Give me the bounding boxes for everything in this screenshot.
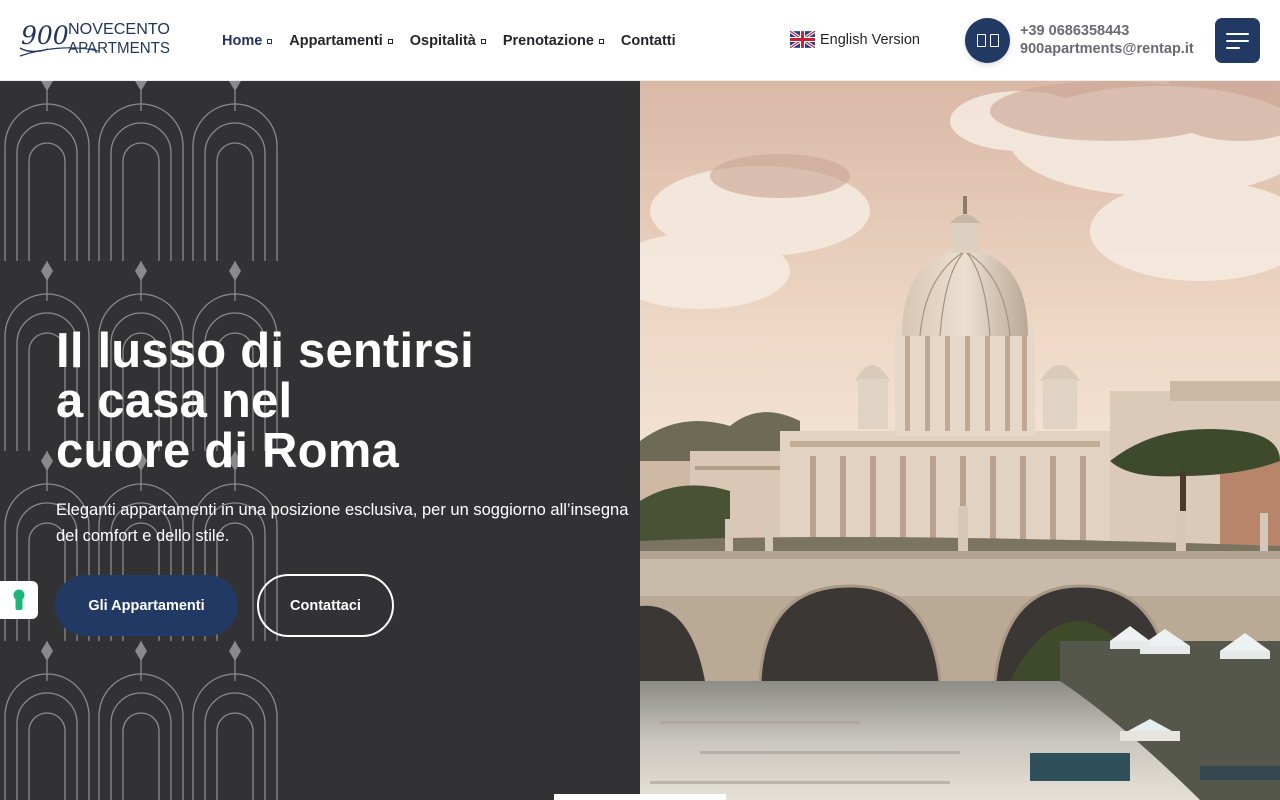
contact-button[interactable]: Contattaci	[257, 574, 394, 637]
nav-item-label: Home	[222, 32, 263, 49]
contact-info: +39 0686358443 900apartments@rentap.it	[1020, 22, 1194, 58]
keyhole-icon	[13, 589, 25, 610]
nav-item-home[interactable]: Home	[222, 32, 273, 49]
nav-item-appartamenti[interactable]: Appartamenti	[289, 32, 393, 49]
chevron-down-icon	[267, 38, 273, 44]
page: 900 NOVECENTO APARTMENTS Home Appartamen…	[0, 0, 1280, 800]
accessibility-tab[interactable]	[0, 581, 38, 619]
logo-line2: APARTMENTS	[68, 40, 170, 57]
phone-number[interactable]: +39 0686358443	[1020, 22, 1194, 40]
apartments-button[interactable]: Gli Appartamenti	[55, 575, 238, 636]
hero-title-line: cuore di Roma	[56, 424, 399, 478]
hero-title-line: Il lusso di sentirsi	[56, 324, 474, 378]
chevron-down-icon	[598, 38, 604, 44]
nav-item-label: Appartamenti	[289, 32, 383, 49]
chevron-down-icon	[387, 38, 393, 44]
rome-photo	[640, 81, 1280, 800]
menu-button[interactable]	[1215, 18, 1260, 63]
nav-item-ospitalita[interactable]: Ospitalità	[410, 33, 486, 49]
hamburger-icon	[1226, 33, 1249, 35]
phone-mail-icon	[965, 18, 1010, 63]
hero-title: Il lusso di sentirsi a casa nel cuore di…	[56, 326, 640, 476]
language-label: English Version	[820, 31, 920, 48]
nav-item-label: Contatti	[620, 32, 676, 49]
site-logo[interactable]: 900 NOVECENTO APARTMENTS	[18, 17, 173, 61]
glyph-box-icon	[976, 34, 986, 47]
nav-item-prenotazione[interactable]: Prenotazione	[503, 33, 604, 49]
glyph-box-icon	[989, 34, 999, 47]
apartments-button-label: Gli Appartamenti	[88, 597, 205, 614]
language-switch[interactable]: English Version	[790, 31, 920, 48]
hero-text: Il lusso di sentirsi a casa nel cuore di…	[56, 326, 640, 549]
hero-title-line: a casa nel	[56, 374, 293, 428]
email-address[interactable]: 900apartments@rentap.it	[1020, 40, 1194, 58]
nav-item-contatti[interactable]: Contatti	[621, 33, 676, 49]
logo-line1: NOVECENTO	[68, 21, 170, 38]
hamburger-icon	[1226, 40, 1249, 42]
site-header: 900 NOVECENTO APARTMENTS Home Appartamen…	[0, 0, 1280, 81]
main-nav: Home Appartamenti Ospitalità Prenotazion…	[222, 0, 693, 81]
logo-number: 900	[21, 21, 69, 50]
chevron-down-icon	[480, 38, 486, 44]
hamburger-icon	[1226, 47, 1240, 49]
uk-flag-icon	[790, 31, 815, 48]
hero-subtitle: Eleganti appartamenti in una posizione e…	[56, 501, 629, 545]
bottom-tab	[554, 794, 726, 800]
nav-item-label: Ospitalità	[409, 32, 476, 49]
hero-left-panel: Il lusso di sentirsi a casa nel cuore di…	[0, 81, 640, 800]
contact-button-label: Contattaci	[290, 597, 361, 614]
nav-item-label: Prenotazione	[502, 32, 594, 49]
hero-image	[640, 81, 1280, 800]
